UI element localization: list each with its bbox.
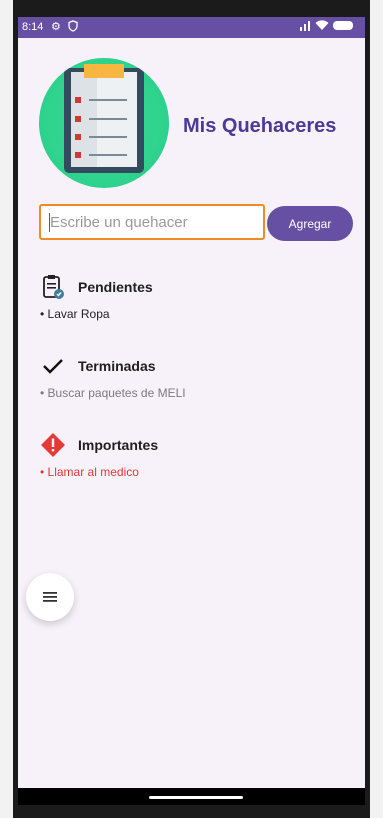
pending-item: • Lavar Ropa bbox=[40, 307, 110, 321]
warning-diamond-icon bbox=[40, 432, 66, 458]
clipboard-icon bbox=[40, 274, 66, 300]
add-task-button[interactable]: Agregar bbox=[267, 206, 353, 241]
navigation-bar bbox=[18, 788, 365, 805]
app-logo bbox=[39, 58, 169, 188]
app-title: Mis Quehaceres bbox=[183, 115, 337, 137]
home-indicator[interactable] bbox=[149, 796, 243, 799]
pending-title: Pendientes bbox=[78, 279, 153, 295]
done-item: • Buscar paquetes de MELI bbox=[40, 386, 186, 400]
done-section: Terminadas • Buscar paquetes de MELI bbox=[40, 353, 340, 400]
important-title: Importantes bbox=[78, 437, 159, 453]
text-caret bbox=[49, 213, 50, 232]
status-bar: 8:14 ⚙ bbox=[18, 17, 365, 38]
clipboard-checklist-icon bbox=[64, 64, 144, 173]
wifi-icon bbox=[315, 20, 329, 30]
checkmark-icon bbox=[40, 353, 66, 379]
important-header: Importantes bbox=[40, 432, 340, 458]
signal-icon bbox=[300, 20, 310, 31]
menu-icon bbox=[43, 592, 57, 602]
done-title: Terminadas bbox=[78, 358, 156, 374]
app-screen: 8:14 ⚙ Mis Quehaceres Escribe un quehace… bbox=[18, 17, 365, 788]
shield-status-icon bbox=[68, 20, 78, 35]
status-right bbox=[299, 20, 353, 31]
settings-status-icon: ⚙ bbox=[51, 21, 61, 33]
task-input[interactable] bbox=[41, 206, 263, 238]
pending-section: Pendientes • Lavar Ropa bbox=[40, 274, 340, 321]
task-input-field[interactable] bbox=[39, 204, 265, 240]
status-time: 8:14 bbox=[22, 21, 44, 33]
done-header: Terminadas bbox=[40, 353, 340, 379]
pending-header: Pendientes bbox=[40, 274, 340, 300]
menu-fab-button[interactable] bbox=[26, 573, 74, 621]
battery-icon bbox=[333, 21, 353, 30]
important-section: Importantes • Llamar al medico bbox=[40, 432, 340, 479]
important-item: • Llamar al medico bbox=[40, 465, 139, 479]
